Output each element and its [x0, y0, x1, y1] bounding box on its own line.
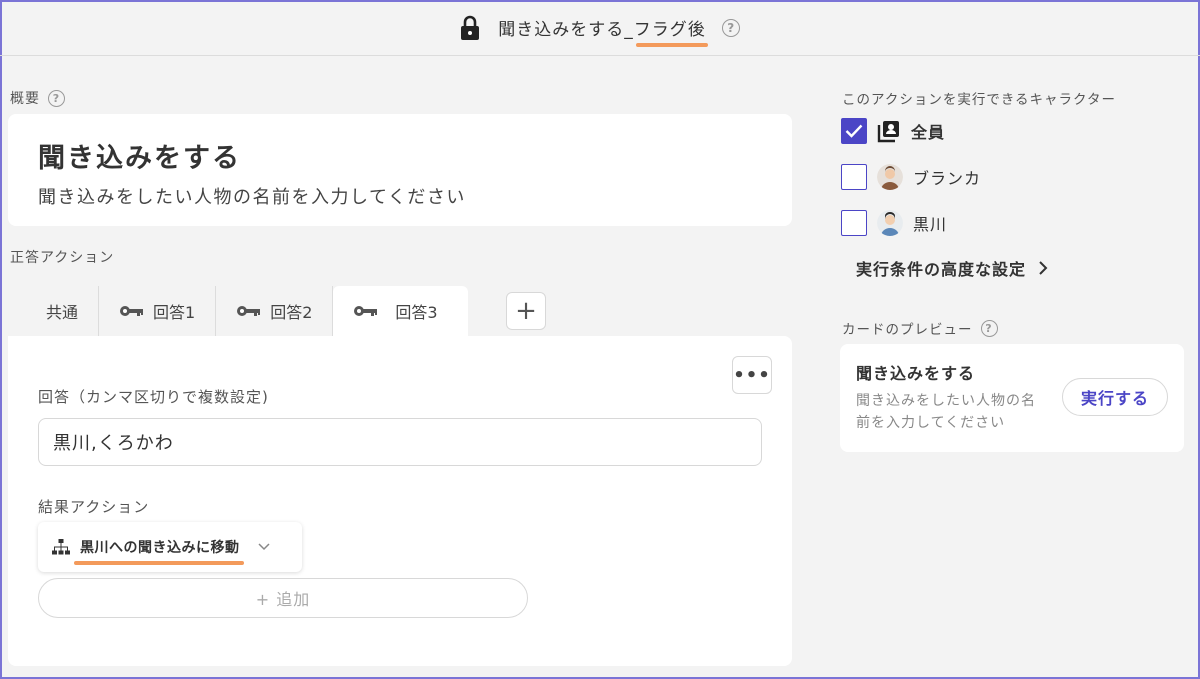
summary-label: 概要 ? [10, 88, 65, 108]
character-row-kurokawa[interactable]: 黒川 [841, 210, 947, 236]
answer-field-label: 回答（カンマ区切りで複数設定) [38, 388, 269, 406]
more-options-button[interactable]: ••• [732, 356, 772, 394]
correct-actions-label: 正答アクション [10, 250, 115, 266]
chevron-right-icon [1039, 261, 1048, 275]
checkbox-blanca[interactable] [841, 164, 867, 190]
result-action-select[interactable]: 黒川への聞き込みに移動 [38, 522, 302, 572]
summary-help-icon[interactable]: ? [48, 89, 65, 107]
answer-input[interactable] [38, 418, 762, 466]
help-icon[interactable]: ? [721, 18, 740, 37]
tab-answer-3[interactable]: 回答3 [333, 286, 468, 336]
answer-tabs: 共通 回答1 回答2 回答3 [8, 286, 468, 336]
chevron-down-icon [257, 543, 270, 551]
character-name: 黒川 [913, 215, 948, 234]
tab-answer-2[interactable]: 回答2 [216, 286, 334, 336]
contact-group-icon [877, 121, 899, 143]
lock-icon [461, 15, 480, 40]
summary-title: 聞き込みをする [38, 143, 241, 174]
preview-card: 聞き込みをする 聞き込みをしたい人物の名 前を入力してください 実行する [840, 344, 1184, 452]
sitemap-icon [52, 539, 70, 555]
check-icon [845, 124, 863, 138]
result-action-label: 結果アクション [38, 498, 150, 516]
character-name: 全員 [911, 123, 946, 142]
checkbox-all[interactable] [841, 118, 867, 144]
tab-common[interactable]: 共通 [8, 286, 100, 336]
characters-label: このアクションを実行できるキャラクター [842, 92, 1117, 108]
key-icon [120, 306, 144, 316]
advanced-settings-link[interactable]: 実行条件の高度な設定 [856, 256, 1048, 280]
add-action-button[interactable]: + 追加 [38, 578, 528, 618]
avatar [877, 210, 903, 236]
character-name: ブランカ [913, 169, 982, 188]
tab-answer-1[interactable]: 回答1 [99, 286, 217, 336]
avatar [877, 164, 903, 190]
summary-card[interactable]: 聞き込みをする 聞き込みをしたい人物の名前を入力してください [8, 114, 792, 226]
key-icon [354, 306, 378, 316]
key-icon [237, 306, 261, 316]
summary-description: 聞き込みをしたい人物の名前を入力してください [38, 187, 466, 208]
result-action-value: 黒川への聞き込みに移動 [74, 537, 243, 565]
preview-help-icon[interactable]: ? [980, 319, 998, 337]
add-tab-button[interactable]: + [506, 292, 546, 330]
character-row-blanca[interactable]: ブランカ [841, 164, 981, 190]
page-title: 聞き込みをする_フラグ後 [498, 20, 706, 40]
run-button[interactable]: 実行する [1062, 378, 1168, 416]
page-title-flag: フラグ後 [633, 20, 706, 40]
answer-card: ••• 回答（カンマ区切りで複数設定) 結果アクション 黒川への聞き込みに移動 … [8, 336, 792, 666]
preview-label: カードのプレビュー ? [842, 318, 998, 338]
character-row-all[interactable]: 全員 [841, 118, 945, 144]
header: 聞き込みをする_フラグ後 ? [0, 0, 1200, 56]
checkbox-kurokawa[interactable] [841, 210, 867, 236]
